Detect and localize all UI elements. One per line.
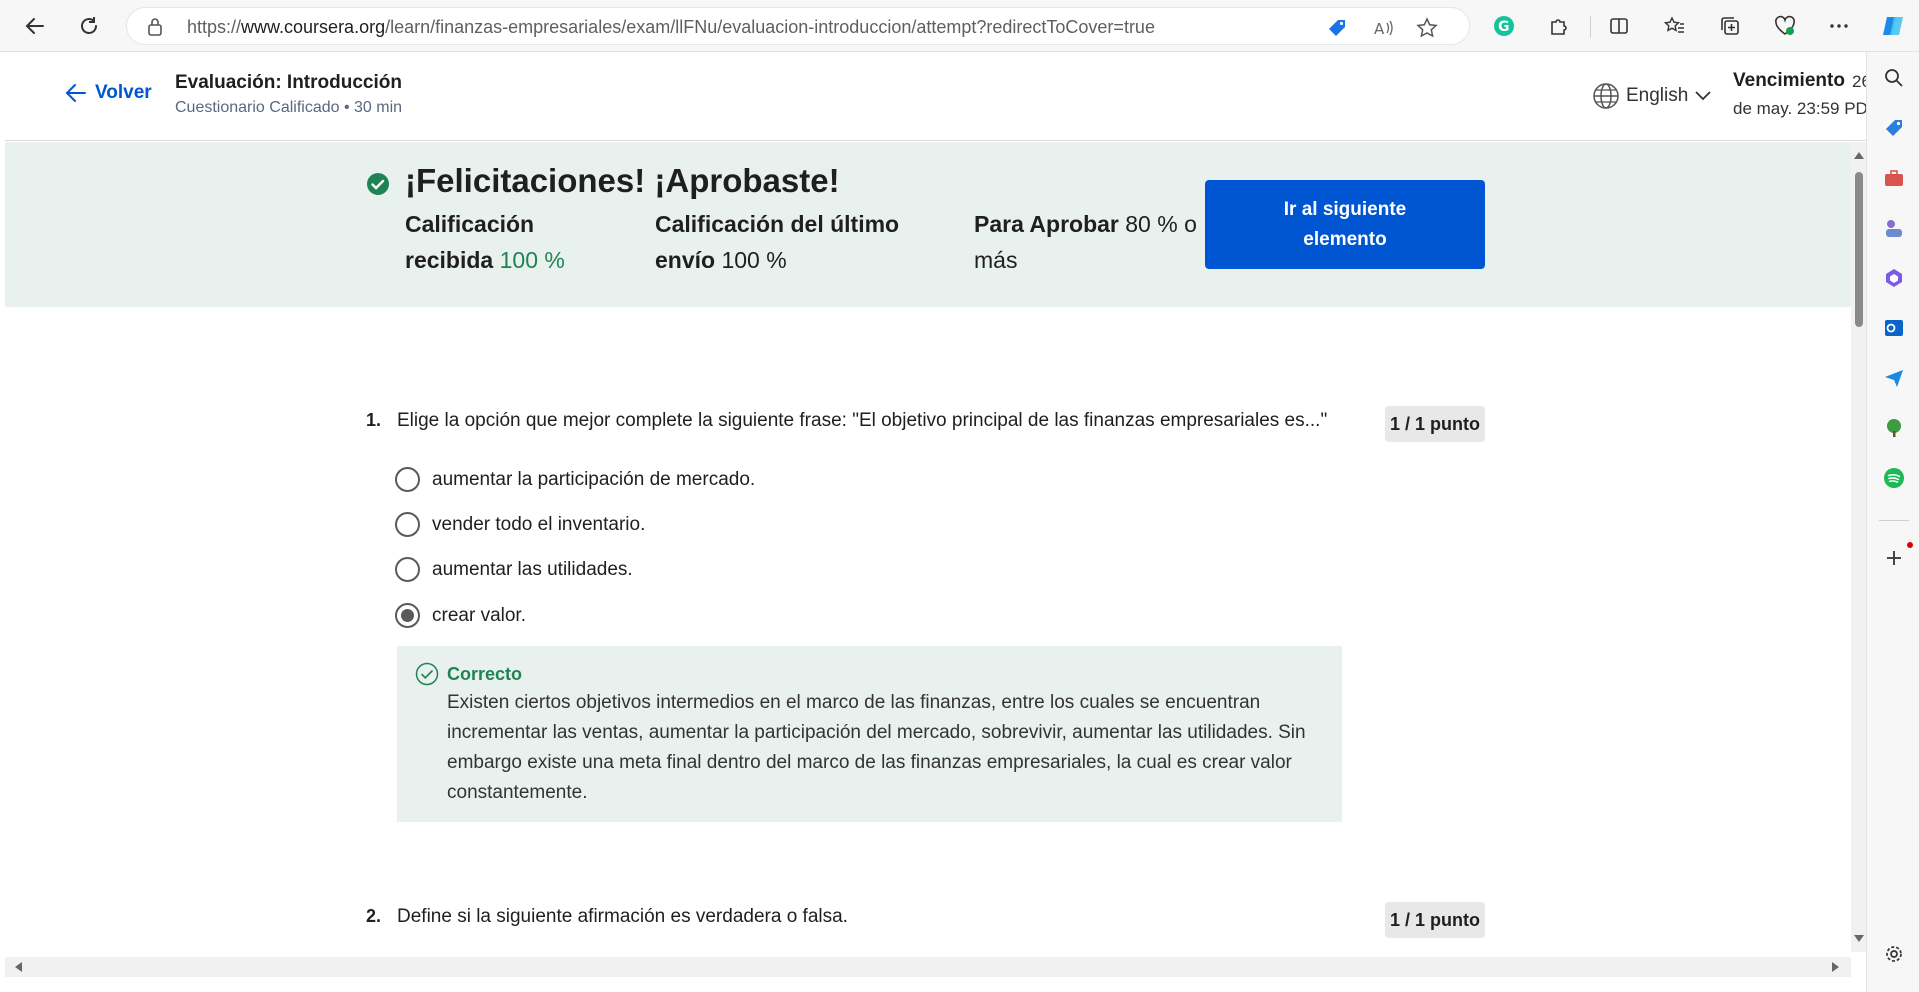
option-label: aumentar las utilidades. [432, 558, 633, 580]
question-text: Define si la siguiente afirmación es ver… [397, 906, 848, 927]
url-text: https://www.coursera.org/learn/finanzas-… [187, 17, 1155, 37]
more-options-icon[interactable] [1822, 9, 1856, 43]
add-plus-icon[interactable] [1882, 546, 1906, 570]
grade-received: Calificación recibida 100 % [405, 211, 565, 273]
arrow-left-icon [65, 84, 86, 102]
sidebar-divider [1879, 520, 1909, 521]
scroll-up-arrow-icon[interactable] [1853, 150, 1865, 160]
radio-button-selected[interactable] [395, 603, 420, 628]
answer-option[interactable]: vender todo el inventario. [395, 512, 645, 537]
microsoft-365-icon[interactable] [1882, 266, 1906, 290]
due-date-label: Vencimiento [1733, 70, 1845, 91]
svg-text:G: G [1498, 19, 1510, 35]
page-header: Volver Evaluación: Introducción Cuestion… [5, 52, 1866, 141]
back-label: Volver [95, 82, 152, 103]
question-number: 2. [366, 906, 382, 926]
feedback-title: Correcto [447, 664, 523, 684]
scroll-down-arrow-icon[interactable] [1853, 934, 1865, 944]
feedback-text: Existen ciertos objetivos intermedios en… [447, 692, 1306, 803]
notification-dot [1907, 542, 1913, 548]
next-item-button[interactable]: Ir al siguiente elemento [1205, 180, 1485, 269]
result-banner: ¡Felicitaciones! ¡Aprobaste! Calificació… [5, 142, 1851, 307]
chevron-down-icon [1695, 91, 1711, 101]
address-bar[interactable]: https://www.coursera.org/learn/finanzas-… [126, 7, 1470, 45]
check-circle-icon [366, 172, 390, 201]
spotify-icon[interactable] [1882, 466, 1906, 490]
shopping-tag-icon[interactable] [1882, 116, 1906, 140]
feedback-box: Correcto Existen ciertos objetivos inter… [397, 646, 1342, 822]
points-badge: 1 / 1 punto [1385, 902, 1485, 938]
option-label: crear valor. [432, 604, 526, 626]
passing-grade: Para Aprobar 80 % o más [974, 211, 1197, 273]
browser-toolbar: https://www.coursera.org/learn/finanzas-… [0, 0, 1919, 52]
coupon-tag-icon[interactable] [1325, 16, 1349, 40]
question-number: 1. [366, 410, 382, 430]
page-title: Evaluación: Introducción [175, 72, 402, 93]
grammarly-icon[interactable]: G [1487, 9, 1521, 43]
vertical-scrollbar[interactable] [1851, 142, 1866, 952]
svg-text:A: A [1374, 20, 1385, 38]
grade-last-submission: Calificación del último envío 100 % [655, 211, 900, 273]
horizontal-scrollbar[interactable] [5, 957, 1851, 977]
browser-essentials-heart-icon[interactable] [1768, 9, 1802, 43]
settings-gear-icon[interactable] [1882, 942, 1906, 966]
outlook-icon[interactable] [1882, 316, 1906, 340]
scroll-left-arrow-icon[interactable] [13, 961, 23, 973]
radio-button[interactable] [395, 512, 420, 537]
grade-last-value: 100 % [721, 247, 787, 273]
extensions-puzzle-icon[interactable] [1542, 9, 1576, 43]
language-selector[interactable]: English [1592, 82, 1712, 110]
language-label: English [1626, 85, 1689, 106]
answer-option[interactable]: aumentar la participación de mercado. [395, 467, 755, 492]
scrollbar-thumb[interactable] [1855, 172, 1863, 327]
refresh-icon[interactable] [72, 9, 106, 43]
lock-icon [147, 18, 163, 41]
grade-received-value: 100 % [499, 247, 565, 273]
tools-briefcase-icon[interactable] [1882, 166, 1906, 190]
search-icon[interactable] [1882, 66, 1906, 90]
scroll-right-arrow-icon[interactable] [1831, 961, 1841, 973]
games-icon[interactable] [1882, 216, 1906, 240]
answer-option-selected[interactable]: crear valor. [395, 603, 526, 628]
option-label: aumentar la participación de mercado. [432, 468, 756, 490]
toolbar-divider [1590, 16, 1591, 38]
question-text: Elige la opción que mejor complete la si… [397, 410, 1328, 431]
page-subtitle: Cuestionario Calificado • 30 min [175, 99, 403, 116]
favorite-star-icon[interactable] [1415, 16, 1439, 40]
radio-button[interactable] [395, 467, 420, 492]
edge-sidebar [1866, 52, 1919, 992]
radio-button[interactable] [395, 557, 420, 582]
congrats-heading: ¡Felicitaciones! ¡Aprobaste! [405, 162, 840, 199]
copilot-icon[interactable] [1876, 9, 1910, 43]
points-badge: 1 / 1 punto [1385, 406, 1485, 442]
due-date-time: de may. 23:59 PDT [1733, 99, 1866, 118]
globe-icon [1593, 83, 1619, 109]
check-circle-outline-icon [415, 662, 439, 691]
option-label: vender todo el inventario. [432, 513, 646, 535]
favorites-list-icon[interactable] [1658, 9, 1692, 43]
due-date-day: 26 [1852, 72, 1866, 91]
split-screen-icon[interactable] [1602, 9, 1636, 43]
back-link[interactable]: Volver [65, 82, 152, 104]
page-content: Volver Evaluación: Introducción Cuestion… [5, 52, 1866, 992]
send-paper-plane-icon[interactable] [1882, 366, 1906, 390]
collections-icon[interactable] [1713, 9, 1747, 43]
answer-option[interactable]: aumentar las utilidades. [395, 557, 633, 582]
read-aloud-icon[interactable]: A [1371, 16, 1395, 40]
back-arrow-icon[interactable] [18, 9, 52, 43]
tree-icon[interactable] [1882, 416, 1906, 440]
